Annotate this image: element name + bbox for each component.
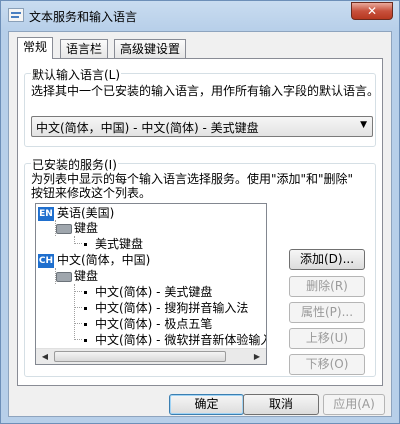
client-area: 常规 语言栏 高级键设置 默认输入语言(L) 选择其中一个已安装的输入语言，用作…	[8, 31, 392, 417]
bullet-icon	[84, 307, 87, 310]
remove-button[interactable]: 删除(R)	[289, 276, 365, 297]
tree-node-service-4-label: 中文(简体) - 微软拼音新体验输入风	[95, 333, 267, 347]
keyboard-icon	[56, 223, 72, 234]
dialog-window: 文本服务和输入语言 ✕ 常规 语言栏 高级键设置 默认输入语言(L) 选择其中一…	[0, 0, 400, 424]
scroll-thumb[interactable]	[54, 351, 226, 362]
cancel-button[interactable]: 取消	[243, 394, 319, 415]
installed-services-description-2: 按钮来修改这个列表。	[31, 186, 152, 200]
tree-node-service-3[interactable]: 中文(简体) - 极点五笔	[84, 316, 212, 332]
tree-node-us-keyboard[interactable]: 美式键盘	[84, 236, 143, 252]
tab-language-bar[interactable]: 语言栏	[60, 39, 109, 58]
horizontal-scrollbar[interactable]: ◀ ▶	[36, 348, 266, 364]
tree-node-service-1-label: 中文(简体) - 美式键盘	[95, 285, 213, 299]
title-bar[interactable]: 文本服务和输入语言 ✕	[1, 1, 399, 31]
tree-node-chinese-label: 中文(简体，中国)	[57, 253, 151, 267]
add-button[interactable]: 添加(D)...	[289, 249, 365, 270]
services-tree[interactable]: EN 英语(美国) 键盘 美式键盘 CH 中文(简体，中国) 键盘 中文(简体)…	[35, 203, 267, 365]
properties-button[interactable]: 属性(P)...	[289, 302, 365, 323]
tree-node-chinese-keyboard[interactable]: 键盘	[56, 268, 98, 284]
app-icon	[8, 8, 24, 22]
tree-node-us-keyboard-label: 美式键盘	[95, 237, 144, 251]
ok-button[interactable]: 确定	[169, 394, 244, 415]
default-language-value: 中文(简体，中国) - 中文(简体) - 美式键盘	[36, 121, 259, 135]
scroll-right-icon[interactable]: ▶	[249, 350, 265, 363]
tree-node-service-2[interactable]: 中文(简体) - 搜狗拼音输入法	[84, 300, 248, 316]
tree-node-english-label: 英语(美国)	[57, 206, 115, 220]
default-language-title: 默认输入语言(L)	[31, 66, 122, 83]
tab-advanced-key-settings[interactable]: 高级键设置	[114, 39, 187, 58]
tree-node-chinese[interactable]: CH 中文(简体，中国)	[38, 252, 150, 268]
move-up-button[interactable]: 上移(U)	[289, 328, 365, 349]
move-down-button[interactable]: 下移(O)	[289, 354, 365, 375]
default-language-select[interactable]: 中文(简体，中国) - 中文(简体) - 美式键盘 ▼	[31, 116, 373, 137]
tab-general[interactable]: 常规	[17, 37, 54, 59]
ch-language-icon: CH	[38, 253, 54, 268]
tree-node-service-3-label: 中文(简体) - 极点五笔	[95, 317, 213, 331]
bullet-icon	[84, 243, 87, 246]
tree-node-service-2-label: 中文(简体) - 搜狗拼音输入法	[95, 301, 249, 315]
installed-services-group: 已安装的服务(I) 为列表中显示的每个输入语言选择服务。使用"添加"和"删除" …	[24, 156, 376, 377]
bullet-icon	[84, 291, 87, 294]
scroll-left-icon[interactable]: ◀	[37, 350, 53, 363]
apply-button[interactable]: 应用(A)	[323, 394, 385, 415]
close-button[interactable]: ✕	[351, 2, 393, 20]
tree-node-chinese-keyboard-label: 键盘	[74, 269, 99, 283]
default-language-group: 默认输入语言(L) 选择其中一个已安装的输入语言，用作所有输入字段的默认语言。 …	[24, 66, 380, 147]
tree-node-english-keyboard-label: 键盘	[74, 221, 99, 235]
tab-panel-general: 默认输入语言(L) 选择其中一个已安装的输入语言，用作所有输入字段的默认语言。 …	[17, 58, 383, 386]
keyboard-icon	[56, 271, 72, 282]
tree-node-service-1[interactable]: 中文(简体) - 美式键盘	[84, 284, 212, 300]
default-language-description: 选择其中一个已安装的输入语言，用作所有输入字段的默认语言。	[31, 84, 380, 98]
tree-node-english-keyboard[interactable]: 键盘	[56, 220, 98, 236]
bullet-icon	[84, 339, 87, 342]
tree-node-service-4[interactable]: 中文(简体) - 微软拼音新体验输入风	[84, 332, 267, 348]
dropdown-arrow-icon: ▼	[360, 120, 367, 130]
tree-node-english[interactable]: EN 英语(美国)	[38, 205, 114, 221]
window-title: 文本服务和输入语言	[29, 10, 138, 24]
en-language-icon: EN	[38, 206, 54, 221]
bullet-icon	[84, 323, 87, 326]
